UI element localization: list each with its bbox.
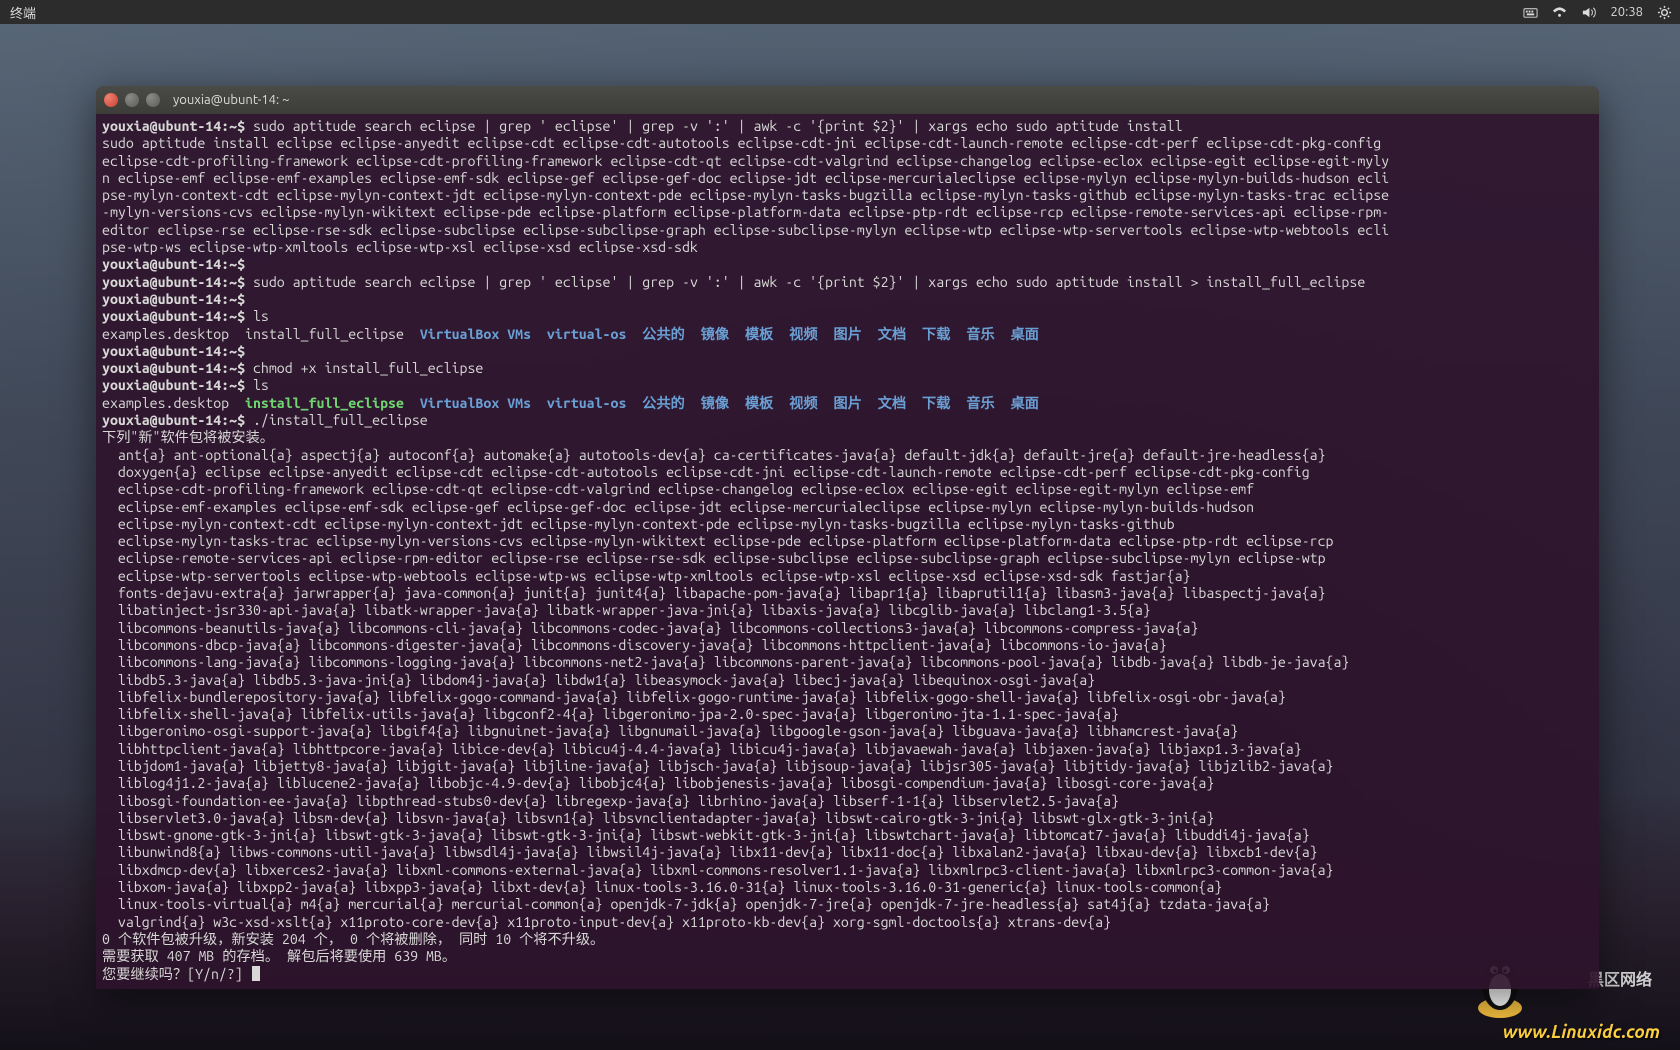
install-confirm-prompt: 您要继续吗？[Y/n/?] (102, 966, 251, 982)
terminal-output-line: sudo aptitude install eclipse eclipse-an… (102, 135, 1381, 151)
install-pkg-line: fonts-dejavu-extra{a} jarwrapper{a} java… (102, 585, 1326, 601)
terminal-output-line: pse-wtp-ws eclipse-wtp-xmltools eclipse-… (102, 239, 698, 255)
install-pkg-line: eclipse-wtp-servertools eclipse-wtp-webt… (102, 568, 1190, 584)
terminal-output-line: n eclipse-emf eclipse-emf-examples eclip… (102, 170, 1389, 186)
system-gear-icon[interactable] (1657, 5, 1672, 20)
maximize-icon[interactable] (146, 93, 160, 107)
install-pkg-line: libfelix-shell-java{a} libfelix-utils-ja… (102, 706, 1119, 722)
ls-item-dir: VirtualBox VMs virtual-os 公共的 镜像 模板 视频 图… (420, 395, 1039, 411)
install-pkg-line: ant{a} ant-optional{a} aspectj{a} autoco… (102, 447, 1326, 463)
install-pkg-line: valgrind{a} w3c-xsd-xslt{a} x11proto-cor… (102, 914, 1111, 930)
install-pkg-line: eclipse-mylyn-context-cdt eclipse-mylyn-… (102, 516, 1175, 532)
install-pkg-line: libservlet3.0-java{a} libsm-dev{a} libsv… (102, 810, 1214, 826)
install-pkg-line: libhttpclient-java{a} libhttpcore-java{a… (102, 741, 1302, 757)
minimize-icon[interactable] (125, 93, 139, 107)
install-header: 下列"新"软件包将被安装。 (102, 429, 274, 445)
terminal-output-line: pse-mylyn-context-cdt eclipse-mylyn-cont… (102, 187, 1389, 203)
terminal-output-line: eclipse-cdt-profiling-framework eclipse-… (102, 153, 1389, 169)
install-pkg-line: linux-tools-virtual{a} m4{a} mercurial{a… (102, 896, 1270, 912)
command-text: sudo aptitude search eclipse | grep ' ec… (245, 274, 1365, 290)
terminal-output-line: -mylyn-versions-cvs eclipse-mylyn-wikite… (102, 204, 1389, 220)
install-pkg-line: libxom-java{a} libxpp2-java{a} libxpp3-j… (102, 879, 1222, 895)
shell-prompt: youxia@ubunt-14:~$ (102, 118, 245, 134)
shell-prompt: youxia@ubunt-14:~$ (102, 412, 245, 428)
shell-prompt: youxia@ubunt-14:~$ (102, 308, 245, 324)
terminal-window: youxia@ubunt-14: ~ youxia@ubunt-14:~$ su… (96, 86, 1599, 989)
install-pkg-line: libcommons-lang-java{a} libcommons-loggi… (102, 654, 1349, 670)
install-pkg-line: libjdom1-java{a} libjetty8-java{a} libjg… (102, 758, 1333, 774)
shell-prompt: youxia@ubunt-14:~$ (102, 377, 245, 393)
command-text: ls (245, 377, 269, 393)
shell-prompt: youxia@ubunt-14:~$ (102, 343, 245, 359)
clock-label[interactable]: 20:38 (1610, 5, 1643, 19)
install-summary-line: 需要获取 407 MB 的存档。 解包后将要使用 639 MB。 (102, 948, 456, 964)
gnome-top-bar: 终端 20:38 (0, 0, 1680, 24)
install-pkg-line: libosgi-foundation-ee-java{a} libpthread… (102, 793, 1119, 809)
install-pkg-line: eclipse-mylyn-tasks-trac eclipse-mylyn-v… (102, 533, 1333, 549)
shell-prompt: youxia@ubunt-14:~$ (102, 291, 245, 307)
watermark-url: www.Linuxidc.com (1503, 1022, 1660, 1042)
install-pkg-line: libcommons-beanutils-java{a} libcommons-… (102, 620, 1198, 636)
window-title: youxia@ubunt-14: ~ (173, 93, 290, 107)
shell-prompt: youxia@ubunt-14:~$ (102, 274, 245, 290)
command-text: ./install_full_eclipse (245, 412, 428, 428)
install-summary-line: 0 个软件包被升级，新安装 204 个， 0 个将被删除， 同时 10 个将不升… (102, 931, 604, 947)
install-pkg-line: doxygen{a} eclipse eclipse-anyedit eclip… (102, 464, 1310, 480)
install-pkg-line: libfelix-bundlerepository-java{a} libfel… (102, 689, 1286, 705)
window-titlebar[interactable]: youxia@ubunt-14: ~ (96, 86, 1599, 114)
ls-item-file: examples.desktop install_full_eclipse (102, 326, 420, 342)
command-text: sudo aptitude search eclipse | grep ' ec… (245, 118, 1183, 134)
cursor-icon (252, 966, 260, 981)
network-wifi-icon[interactable] (1552, 5, 1567, 20)
terminal-content[interactable]: youxia@ubunt-14:~$ sudo aptitude search … (96, 114, 1599, 989)
install-pkg-line: eclipse-cdt-profiling-framework eclipse-… (102, 481, 1254, 497)
command-text: ls (245, 308, 269, 324)
install-pkg-line: libswt-gnome-gtk-3-jni{a} libswt-gtk-3-j… (102, 827, 1310, 843)
volume-icon[interactable] (1581, 5, 1596, 20)
shell-prompt: youxia@ubunt-14:~$ (102, 256, 245, 272)
terminal-output-line: editor eclipse-rse eclipse-rse-sdk eclip… (102, 222, 1389, 238)
keyboard-indicator-icon[interactable] (1523, 5, 1538, 20)
ls-item-exec: install_full_eclipse (245, 395, 404, 411)
install-pkg-line: libdb5.3-java{a} libdb5.3-java-jni{a} li… (102, 672, 1095, 688)
close-icon[interactable] (104, 93, 118, 107)
ls-item-file: examples.desktop (102, 395, 245, 411)
install-pkg-line: eclipse-remote-services-api eclipse-rpm-… (102, 550, 1326, 566)
install-pkg-line: libunwind8{a} libws-commons-util-java{a}… (102, 844, 1318, 860)
shell-prompt: youxia@ubunt-14:~$ (102, 360, 245, 376)
active-app-menu[interactable]: 终端 (10, 3, 36, 22)
install-pkg-line: liblog4j1.2-java{a} liblucene2-java{a} l… (102, 775, 1214, 791)
install-pkg-line: libgeronimo-osgi-support-java{a} libgif4… (102, 723, 1238, 739)
install-pkg-line: libcommons-dbcp-java{a} libcommons-diges… (102, 637, 1167, 653)
install-pkg-line: eclipse-emf-examples eclipse-emf-sdk ecl… (102, 499, 1254, 515)
command-text: chmod +x install_full_eclipse (245, 360, 483, 376)
ls-item-dir: VirtualBox VMs virtual-os 公共的 镜像 模板 视频 图… (420, 326, 1039, 342)
install-pkg-line: libxdmcp-dev{a} libxerces2-java{a} libxm… (102, 862, 1333, 878)
install-pkg-line: libatinject-jsr330-api-java{a} libatk-wr… (102, 602, 1151, 618)
